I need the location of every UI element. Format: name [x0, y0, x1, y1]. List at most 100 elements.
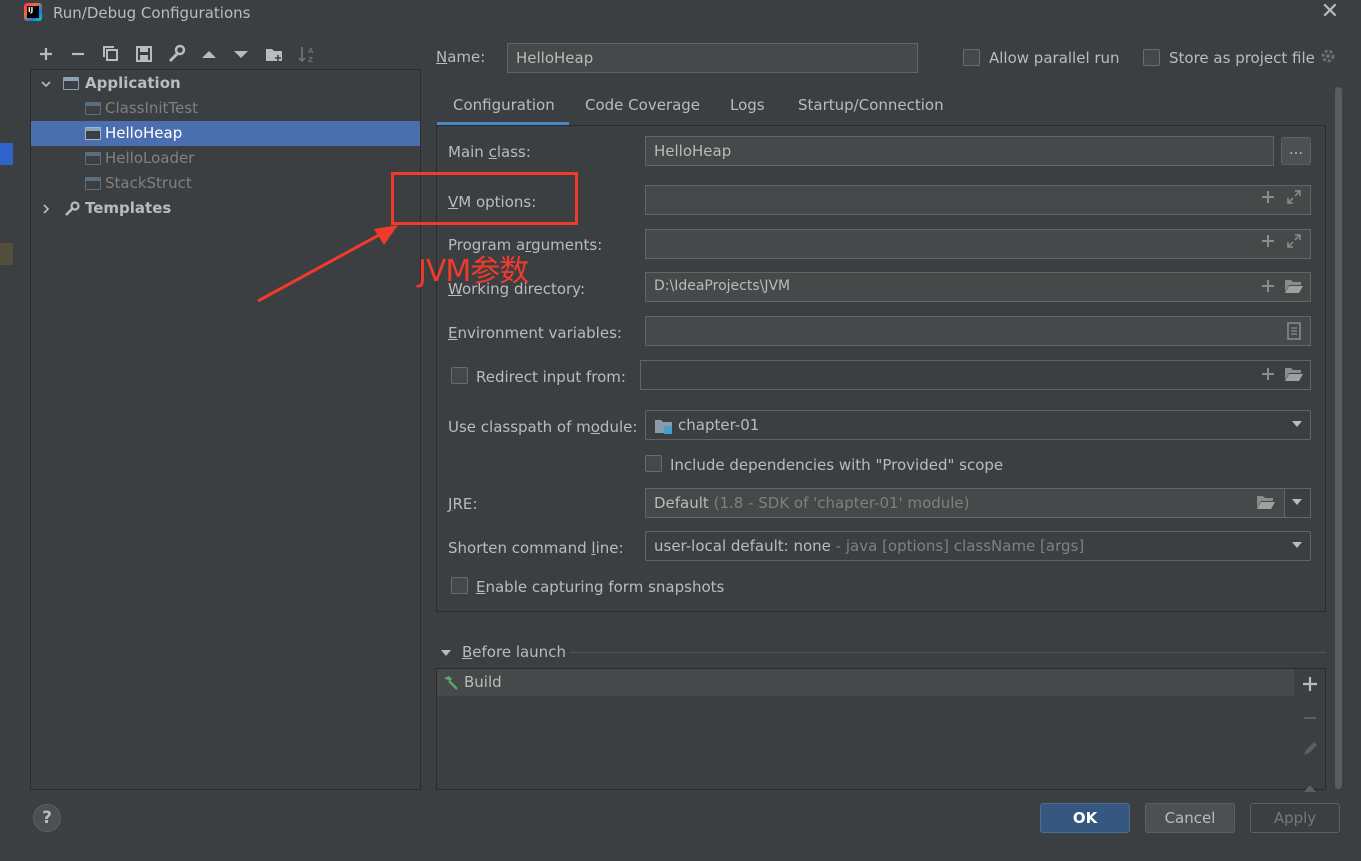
chevron-right-icon[interactable] [39, 196, 53, 224]
jre-hint: (1.8 - SDK of 'chapter-01' module) [713, 494, 970, 512]
plus-icon[interactable] [1260, 366, 1276, 387]
program-arguments-input[interactable] [645, 229, 1311, 259]
plus-icon[interactable] [1260, 189, 1276, 210]
chevron-down-icon[interactable] [1290, 494, 1304, 514]
tree-label: HelloLoader [105, 149, 195, 167]
vm-options-input[interactable] [645, 185, 1311, 215]
classpath-module-select[interactable]: chapter-01 [645, 410, 1311, 440]
class-config-icon [85, 127, 101, 140]
annotation-text: JVM参数 [418, 254, 529, 289]
window-title: Run/Debug Configurations [53, 4, 251, 22]
document-icon[interactable] [1286, 322, 1302, 345]
application-icon [63, 77, 79, 90]
chevron-down-icon[interactable] [1290, 537, 1304, 557]
expand-icon[interactable] [1286, 233, 1302, 254]
tree-item[interactable]: StackStruct [31, 171, 420, 196]
add-task-icon[interactable] [1300, 673, 1320, 697]
store-project-checkbox[interactable] [1143, 49, 1160, 66]
name-label: Name: [436, 48, 486, 66]
chevron-down-icon[interactable] [39, 71, 53, 99]
include-dependencies-checkbox[interactable] [645, 455, 662, 472]
plus-icon[interactable] [1260, 278, 1276, 299]
environment-variables-input[interactable] [645, 316, 1311, 346]
tree-label: Templates [85, 199, 172, 217]
jre-label: JRE: [448, 495, 478, 513]
folder-open-icon[interactable] [1284, 366, 1304, 387]
jre-dropdown-button[interactable] [1284, 488, 1311, 518]
jre-input[interactable]: Default (1.8 - SDK of 'chapter-01' modul… [645, 488, 1285, 518]
folder-open-icon[interactable] [1284, 278, 1304, 299]
working-directory-value: D:\IdeaProjects\JVM [654, 278, 791, 294]
list-item[interactable]: Build [437, 669, 1294, 696]
plus-icon[interactable] [1260, 233, 1276, 254]
hammer-icon [441, 674, 459, 696]
annotation-arrow [257, 225, 398, 303]
tree-item[interactable]: HelloLoader [31, 146, 420, 171]
main-class-input[interactable]: HelloHeap [645, 136, 1274, 166]
classpath-module-label: Use classpath of module: [448, 418, 638, 436]
svg-text:A: A [308, 47, 314, 55]
allow-parallel-checkbox[interactable] [963, 49, 980, 66]
enable-capturing-checkbox[interactable] [451, 577, 468, 594]
move-up-icon[interactable] [198, 43, 220, 65]
redirect-input-field[interactable] [640, 360, 1311, 390]
jre-value: Default (1.8 - SDK of 'chapter-01' modul… [654, 494, 970, 512]
tab-startup-connection[interactable]: Startup/Connection [798, 96, 944, 126]
divider [570, 652, 1326, 653]
tree-label: ClassInitTest [105, 99, 198, 117]
enable-capturing-label: Enable capturing form snapshots [476, 578, 725, 596]
remove-task-icon [1300, 707, 1320, 731]
close-icon[interactable]: ✕ [1319, 1, 1341, 23]
gear-icon[interactable] [1319, 47, 1337, 70]
folder-open-icon[interactable] [1256, 494, 1276, 515]
save-icon[interactable] [133, 43, 155, 65]
class-config-icon [85, 177, 101, 190]
allow-parallel-label: Allow parallel run [989, 49, 1120, 67]
edit-task-icon [1300, 739, 1320, 763]
tab-code-coverage[interactable]: Code Coverage [585, 96, 700, 126]
store-project-label: Store as project file [1169, 49, 1315, 67]
shorten-command-select[interactable]: user-local default: none - java [options… [645, 531, 1311, 561]
shorten-command-label: Shorten command line: [448, 539, 624, 557]
browse-button[interactable]: ... [1281, 137, 1311, 165]
expand-icon[interactable] [1286, 189, 1302, 210]
before-launch-list[interactable]: Build [436, 668, 1326, 790]
cancel-button[interactable]: Cancel [1145, 803, 1235, 833]
redirect-input-checkbox[interactable] [451, 367, 468, 384]
module-folder-icon [654, 417, 674, 439]
collapse-triangle-icon[interactable] [440, 645, 452, 663]
apply-button[interactable]: Apply [1250, 803, 1340, 833]
app-icon-text: IJ [28, 6, 34, 14]
class-config-icon [85, 102, 101, 115]
tree-item-selected[interactable]: HelloHeap [31, 121, 420, 146]
move-down-icon[interactable] [230, 43, 252, 65]
configuration-tree[interactable]: Application ClassInitTest HelloHeap Hell… [30, 69, 421, 790]
remove-icon[interactable] [67, 43, 89, 65]
help-button[interactable]: ? [33, 804, 61, 832]
jre-default: Default [654, 494, 709, 512]
tab-logs[interactable]: Logs [730, 96, 765, 126]
move-up-task-icon [1300, 774, 1320, 798]
background-ide-edge [0, 243, 13, 265]
svg-text:Z: Z [308, 56, 313, 64]
before-launch-title[interactable]: Before launch [462, 643, 566, 661]
chevron-down-icon[interactable] [1290, 416, 1304, 436]
environment-variables-label: Environment variables: [448, 324, 622, 342]
intellij-app-icon: IJ [24, 3, 42, 21]
redirect-input-label: Redirect input from: [476, 368, 626, 386]
sort-icon: AZ [296, 43, 318, 65]
tree-item[interactable]: ClassInitTest [31, 96, 420, 121]
background-ide-edge [0, 143, 13, 165]
add-icon[interactable] [35, 43, 57, 65]
working-directory-input[interactable]: D:\IdeaProjects\JVM [645, 272, 1311, 302]
ok-button[interactable]: OK [1040, 803, 1130, 833]
tree-label: HelloHeap [105, 124, 183, 142]
folder-icon[interactable] [263, 43, 285, 65]
scrollbar[interactable] [1335, 87, 1342, 789]
wrench-icon[interactable] [165, 43, 187, 65]
copy-icon[interactable] [100, 43, 122, 65]
tree-node-application[interactable]: Application [31, 71, 420, 96]
tree-label: Application [85, 74, 181, 92]
wrench-icon [63, 200, 81, 226]
name-input[interactable]: HelloHeap [507, 43, 918, 73]
